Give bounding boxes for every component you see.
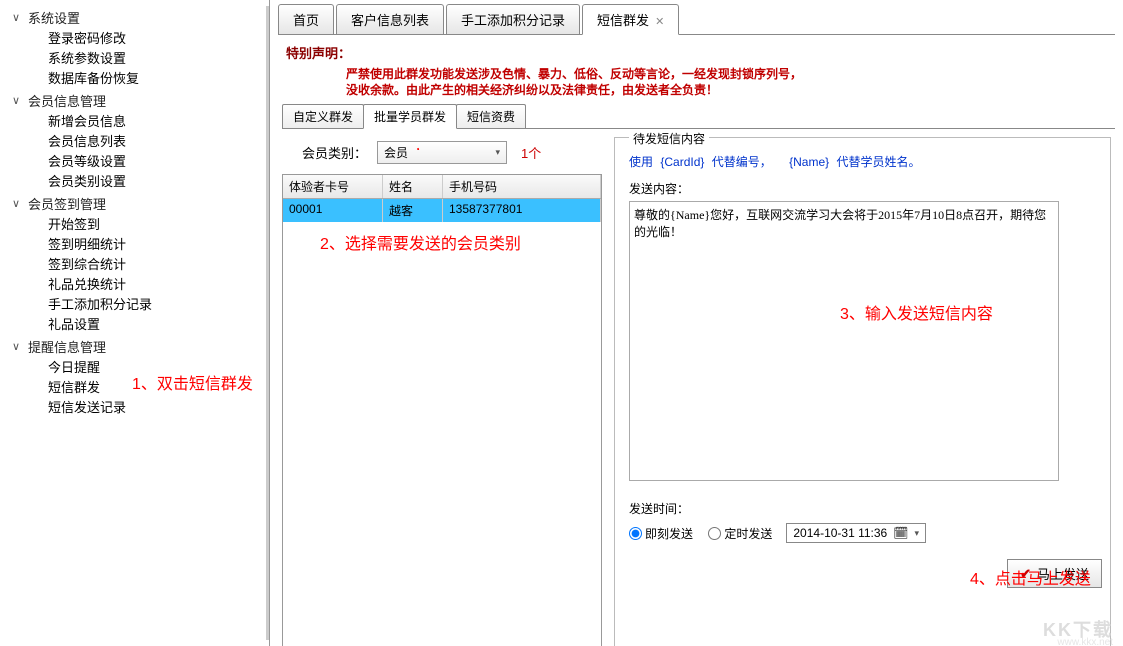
th-name: 姓名 (383, 175, 443, 198)
tree-system[interactable]: ∨系统设置 (4, 6, 266, 29)
panel-legend: 待发短信内容 (629, 130, 709, 147)
tabs-top: 首页 客户信息列表 手工添加积分记录 短信群发✕ (278, 4, 1115, 35)
datetime-picker[interactable]: 2014-10-31 11:36 🗓 ▾ (786, 523, 926, 543)
tree-item-gift-settings[interactable]: 礼品设置 (4, 315, 266, 335)
radio-now[interactable]: 即刻发送 (629, 525, 693, 542)
close-icon[interactable]: ✕ (655, 16, 664, 28)
tree-item-member-category[interactable]: 会员类别设置 (4, 172, 266, 192)
th-phone: 手机号码 (443, 175, 601, 198)
chevron-down-icon: ∨ (12, 197, 24, 210)
tab-customer-list[interactable]: 客户信息列表 (336, 4, 444, 34)
notice-title: 特别声明： (286, 43, 1107, 62)
member-table: 体验者卡号 姓名 手机号码 00001 越客 13587377801 (282, 174, 602, 646)
notice-line1: 严禁使用此群发功能发送涉及色情、暴力、低俗、反动等言论，一经发现封锁序列号， (346, 66, 1107, 82)
sidebar: ∨系统设置 登录密码修改 系统参数设置 数据库备份恢复 ∨会员信息管理 新增会员… (0, 0, 270, 646)
tree-item-member-list[interactable]: 会员信息列表 (4, 132, 266, 152)
subtab-cost[interactable]: 短信资费 (456, 104, 526, 128)
tree-item-params[interactable]: 系统参数设置 (4, 49, 266, 69)
tree-item-today-reminder[interactable]: 今日提醒 (4, 358, 266, 378)
tree-reminder[interactable]: ∨提醒信息管理 (4, 335, 266, 358)
chevron-down-icon: ∨ (12, 11, 24, 24)
subtab-custom[interactable]: 自定义群发 (282, 104, 364, 128)
tree-item-add-member[interactable]: 新增会员信息 (4, 112, 266, 132)
notice-line2: 没收余款。由此产生的相关经济纠纷以及法律责任，由发送者全负责！ (346, 82, 1107, 98)
subtab-batch[interactable]: 批量学员群发 (363, 104, 457, 129)
category-select[interactable]: 会员 ▾ (377, 141, 507, 164)
tree-item-password[interactable]: 登录密码修改 (4, 29, 266, 49)
chevron-down-icon: ∨ (12, 94, 24, 107)
calendar-icon: 🗓 (893, 526, 908, 540)
tree-item-sms-log[interactable]: 短信发送记录 (4, 398, 266, 418)
tab-sms-batch[interactable]: 短信群发✕ (582, 4, 679, 35)
category-label: 会员类别： (302, 143, 367, 162)
tree-item-gift-exchange[interactable]: 礼品兑换统计 (4, 275, 266, 295)
sms-content-panel: 待发短信内容 使用 {CardId} 代替编号， {Name} 代替学员姓名。 … (614, 137, 1111, 646)
sms-content-input[interactable] (629, 201, 1059, 481)
sendtime-label: 发送时间： (629, 500, 1102, 517)
tree-item-member-level[interactable]: 会员等级设置 (4, 152, 266, 172)
table-row[interactable]: 00001 越客 13587377801 (283, 199, 601, 222)
check-icon: ✔ (1020, 566, 1031, 582)
tree-item-start-checkin[interactable]: 开始签到 (4, 215, 266, 235)
th-card: 体验者卡号 (283, 175, 383, 198)
tree-item-sms-batch[interactable]: 短信群发 (4, 378, 266, 398)
count-label: 1个 (521, 143, 541, 162)
tree-item-checkin-summary[interactable]: 签到综合统计 (4, 255, 266, 275)
tree-member[interactable]: ∨会员信息管理 (4, 89, 266, 112)
tree-item-manual-points[interactable]: 手工添加积分记录 (4, 295, 266, 315)
send-button[interactable]: ✔ 马上发送 (1007, 559, 1102, 588)
tree-checkin[interactable]: ∨会员签到管理 (4, 192, 266, 215)
tab-home[interactable]: 首页 (278, 4, 334, 34)
notice: 特别声明： 严禁使用此群发功能发送涉及色情、暴力、低俗、反动等言论，一经发现封锁… (278, 35, 1115, 104)
tab-manual-points[interactable]: 手工添加积分记录 (446, 4, 580, 34)
radio-later[interactable]: 定时发送 (708, 525, 772, 542)
chevron-down-icon: ∨ (12, 340, 24, 353)
chevron-down-icon: ▾ (495, 147, 500, 158)
tree-item-backup[interactable]: 数据库备份恢复 (4, 69, 266, 89)
chevron-down-icon: ▾ (914, 528, 919, 539)
hint-text: 使用 {CardId} 代替编号， {Name} 代替学员姓名。 (629, 153, 1102, 170)
subtabs: 自定义群发 批量学员群发 短信资费 (282, 104, 1115, 129)
content-label: 发送内容： (629, 180, 1102, 197)
tree-item-checkin-detail[interactable]: 签到明细统计 (4, 235, 266, 255)
